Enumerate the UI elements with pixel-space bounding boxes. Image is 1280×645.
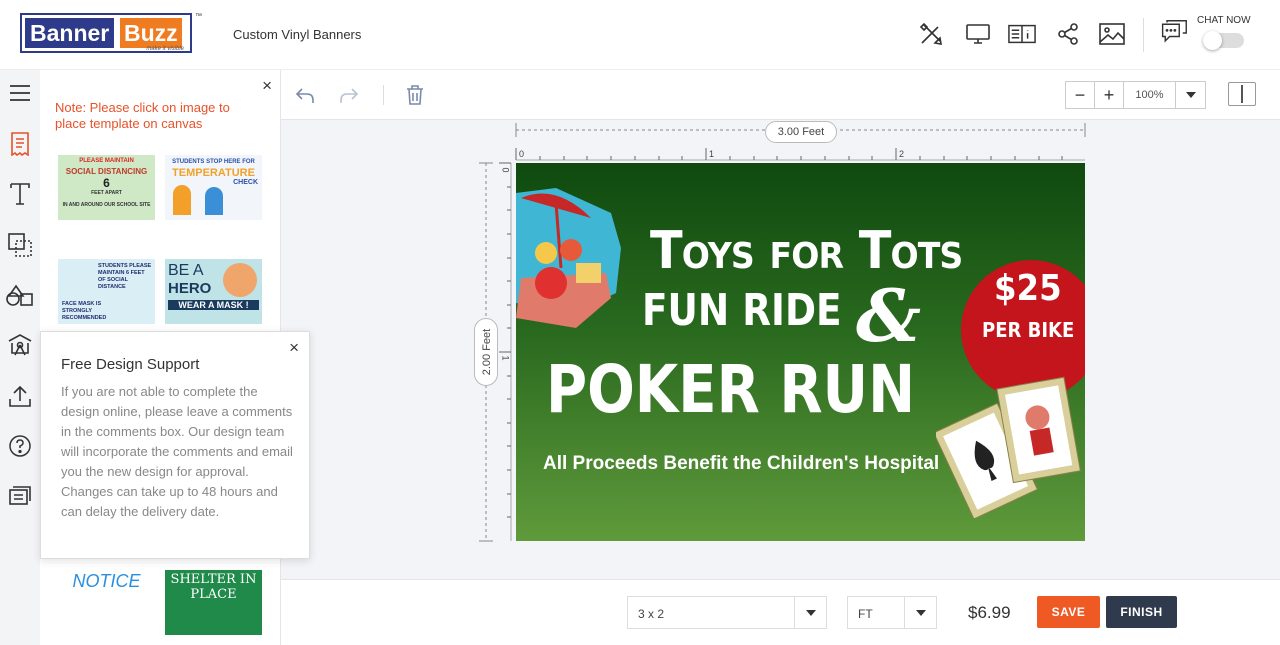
- zoom-dropdown-icon[interactable]: [1176, 82, 1205, 108]
- banner-ampersand[interactable]: &: [856, 273, 921, 358]
- template-note: Note: Please click on image to place tem…: [55, 100, 230, 131]
- bottom-bar: 3 x 2 FT $6.99 SAVE FINISH: [281, 579, 1280, 645]
- help-icon[interactable]: [0, 428, 40, 464]
- zoom-control: − + 100%: [1065, 81, 1206, 109]
- text-icon[interactable]: [0, 176, 40, 212]
- playing-cards-clipart: [936, 376, 1081, 518]
- ruler-top-tick-1: 1: [709, 149, 715, 159]
- undo-icon[interactable]: [292, 82, 318, 108]
- thumb-text: STUDENTS PLEASE MAINTAIN 6 FEET OF SOCIA…: [98, 263, 152, 290]
- thumb-text: SOCIAL DISTANCING: [65, 167, 148, 176]
- chat-icon[interactable]: [1160, 19, 1188, 47]
- desktop-preview-icon[interactable]: [964, 20, 992, 48]
- background-icon[interactable]: [0, 328, 40, 364]
- template-thumbnail-social-distance-students[interactable]: STUDENTS PLEASE MAINTAIN 6 FEET OF SOCIA…: [58, 259, 155, 324]
- thumb-figure: [205, 187, 223, 215]
- ruler-left-tick-1: 1: [500, 355, 511, 361]
- thumb-text: 6: [103, 176, 110, 190]
- banner-price-sub[interactable]: PER BIKE: [982, 318, 1074, 342]
- left-sidebar: [0, 70, 40, 645]
- panel-close-icon[interactable]: ×: [262, 76, 272, 96]
- menu-icon[interactable]: [0, 75, 40, 111]
- delete-icon[interactable]: [402, 82, 428, 108]
- panel-toggle-icon[interactable]: [1228, 82, 1256, 106]
- toggle-knob: [1203, 31, 1222, 50]
- banner-subtitle[interactable]: All Proceeds Benefit the Children's Hosp…: [543, 453, 939, 475]
- thumb-figure: [173, 185, 191, 215]
- thumb-text: IN AND AROUND OUR SCHOOL SITE: [62, 202, 151, 208]
- thumb-text: FEET APART: [91, 190, 122, 196]
- chat-toggle[interactable]: [1203, 31, 1244, 50]
- zoom-in-button[interactable]: +: [1095, 82, 1124, 108]
- size-select-value: 3 x 2: [638, 607, 665, 621]
- bannerbuzz-logo[interactable]: Banner Buzz make it visible ™: [20, 13, 202, 53]
- finish-button[interactable]: FINISH: [1106, 596, 1177, 628]
- thumb-text: TEMPERATURE: [172, 167, 255, 179]
- height-dimension-text: 2.00 Feet: [481, 328, 493, 376]
- chevron-down-icon: [904, 597, 936, 628]
- template-thumbnail-shelter-in-place[interactable]: SHELTER IN PLACE: [165, 570, 262, 635]
- tools-icon[interactable]: [917, 20, 945, 48]
- template-thumbnail-notice[interactable]: NOTICE: [58, 570, 155, 635]
- banner-price[interactable]: $25: [994, 268, 1062, 309]
- height-dimension-label: 2.00 Feet: [474, 318, 498, 386]
- support-title: Free Design Support: [61, 356, 200, 373]
- thumb-text: NOTICE: [72, 571, 141, 591]
- unit-select-value: FT: [858, 607, 873, 621]
- product-name: Custom Vinyl Banners: [233, 27, 362, 42]
- template-thumbnail-be-a-hero[interactable]: BE A HERO WEAR A MASK !: [165, 259, 262, 324]
- thumb-text: PLACE: [190, 587, 237, 602]
- thumb-text: WEAR A MASK !: [168, 300, 259, 310]
- save-button[interactable]: SAVE: [1037, 596, 1100, 628]
- shapes-icon[interactable]: [0, 227, 40, 263]
- editor-toolbar: − + 100%: [281, 70, 1280, 120]
- image-icon[interactable]: [1098, 20, 1126, 48]
- ruler-top-tick-2: 2: [899, 149, 905, 159]
- banner-title-line3[interactable]: POKER RUN: [546, 351, 915, 428]
- upload-icon[interactable]: [0, 378, 40, 414]
- support-body: If you are not able to complete the desi…: [61, 384, 293, 519]
- banner-title-line1[interactable]: Toys for Tots: [650, 221, 963, 281]
- chevron-down-icon: [794, 597, 826, 628]
- design-support-popup: × Free Design Support If you are not abl…: [40, 331, 310, 559]
- logo-trademark: ™: [195, 13, 202, 20]
- logo-tagline: make it visible: [146, 46, 184, 52]
- ruler-top-tick-0: 0: [519, 149, 525, 159]
- thumb-text: SHELTER IN: [170, 572, 257, 587]
- info-book-icon[interactable]: [1008, 20, 1036, 48]
- ruler-left-tick-0: 0: [500, 167, 511, 173]
- banner-title-line2[interactable]: FUN RIDE: [642, 285, 842, 336]
- zoom-out-button[interactable]: −: [1066, 82, 1095, 108]
- thumb-face: [223, 263, 257, 297]
- templates-icon[interactable]: [0, 126, 40, 162]
- zoom-value[interactable]: 100%: [1124, 82, 1176, 108]
- template-thumbnail-social-distancing[interactable]: PLEASE MAINTAIN SOCIAL DISTANCING 6 FEET…: [58, 155, 155, 220]
- logo-text-banner: Banner: [25, 18, 115, 48]
- thumb-text: PLEASE MAINTAIN: [79, 158, 134, 164]
- chat-now-label: CHAT NOW: [1197, 15, 1251, 26]
- design-canvas-banner[interactable]: $25 PER BIKE Toys for Tots FUN RIDE & PO…: [516, 163, 1085, 541]
- template-thumbnail-temperature-check[interactable]: STUDENTS STOP HERE FOR TEMPERATURE CHECK: [165, 155, 262, 220]
- thumb-text: STUDENTS STOP HERE FOR: [172, 159, 255, 165]
- sandbox-kids-clipart: [516, 188, 621, 328]
- comments-icon[interactable]: [0, 478, 40, 514]
- redo-icon[interactable]: [336, 82, 362, 108]
- support-close-icon[interactable]: ×: [289, 338, 299, 358]
- size-select[interactable]: 3 x 2: [627, 596, 827, 629]
- clipart-icon[interactable]: [0, 278, 40, 314]
- logo-text-buzz: Buzz: [120, 18, 182, 48]
- unit-select[interactable]: FT: [847, 596, 937, 629]
- thumb-text: FACE MASK IS STRONGLY RECOMMENDED: [62, 301, 107, 321]
- width-dimension-label: 3.00 Feet: [765, 121, 837, 143]
- share-icon[interactable]: [1054, 20, 1082, 48]
- header-divider: [1143, 18, 1144, 52]
- toolbar-divider: [383, 85, 384, 105]
- top-bar: Banner Buzz make it visible ™ Custom Vin…: [0, 0, 1280, 70]
- total-price: $6.99: [968, 603, 1011, 622]
